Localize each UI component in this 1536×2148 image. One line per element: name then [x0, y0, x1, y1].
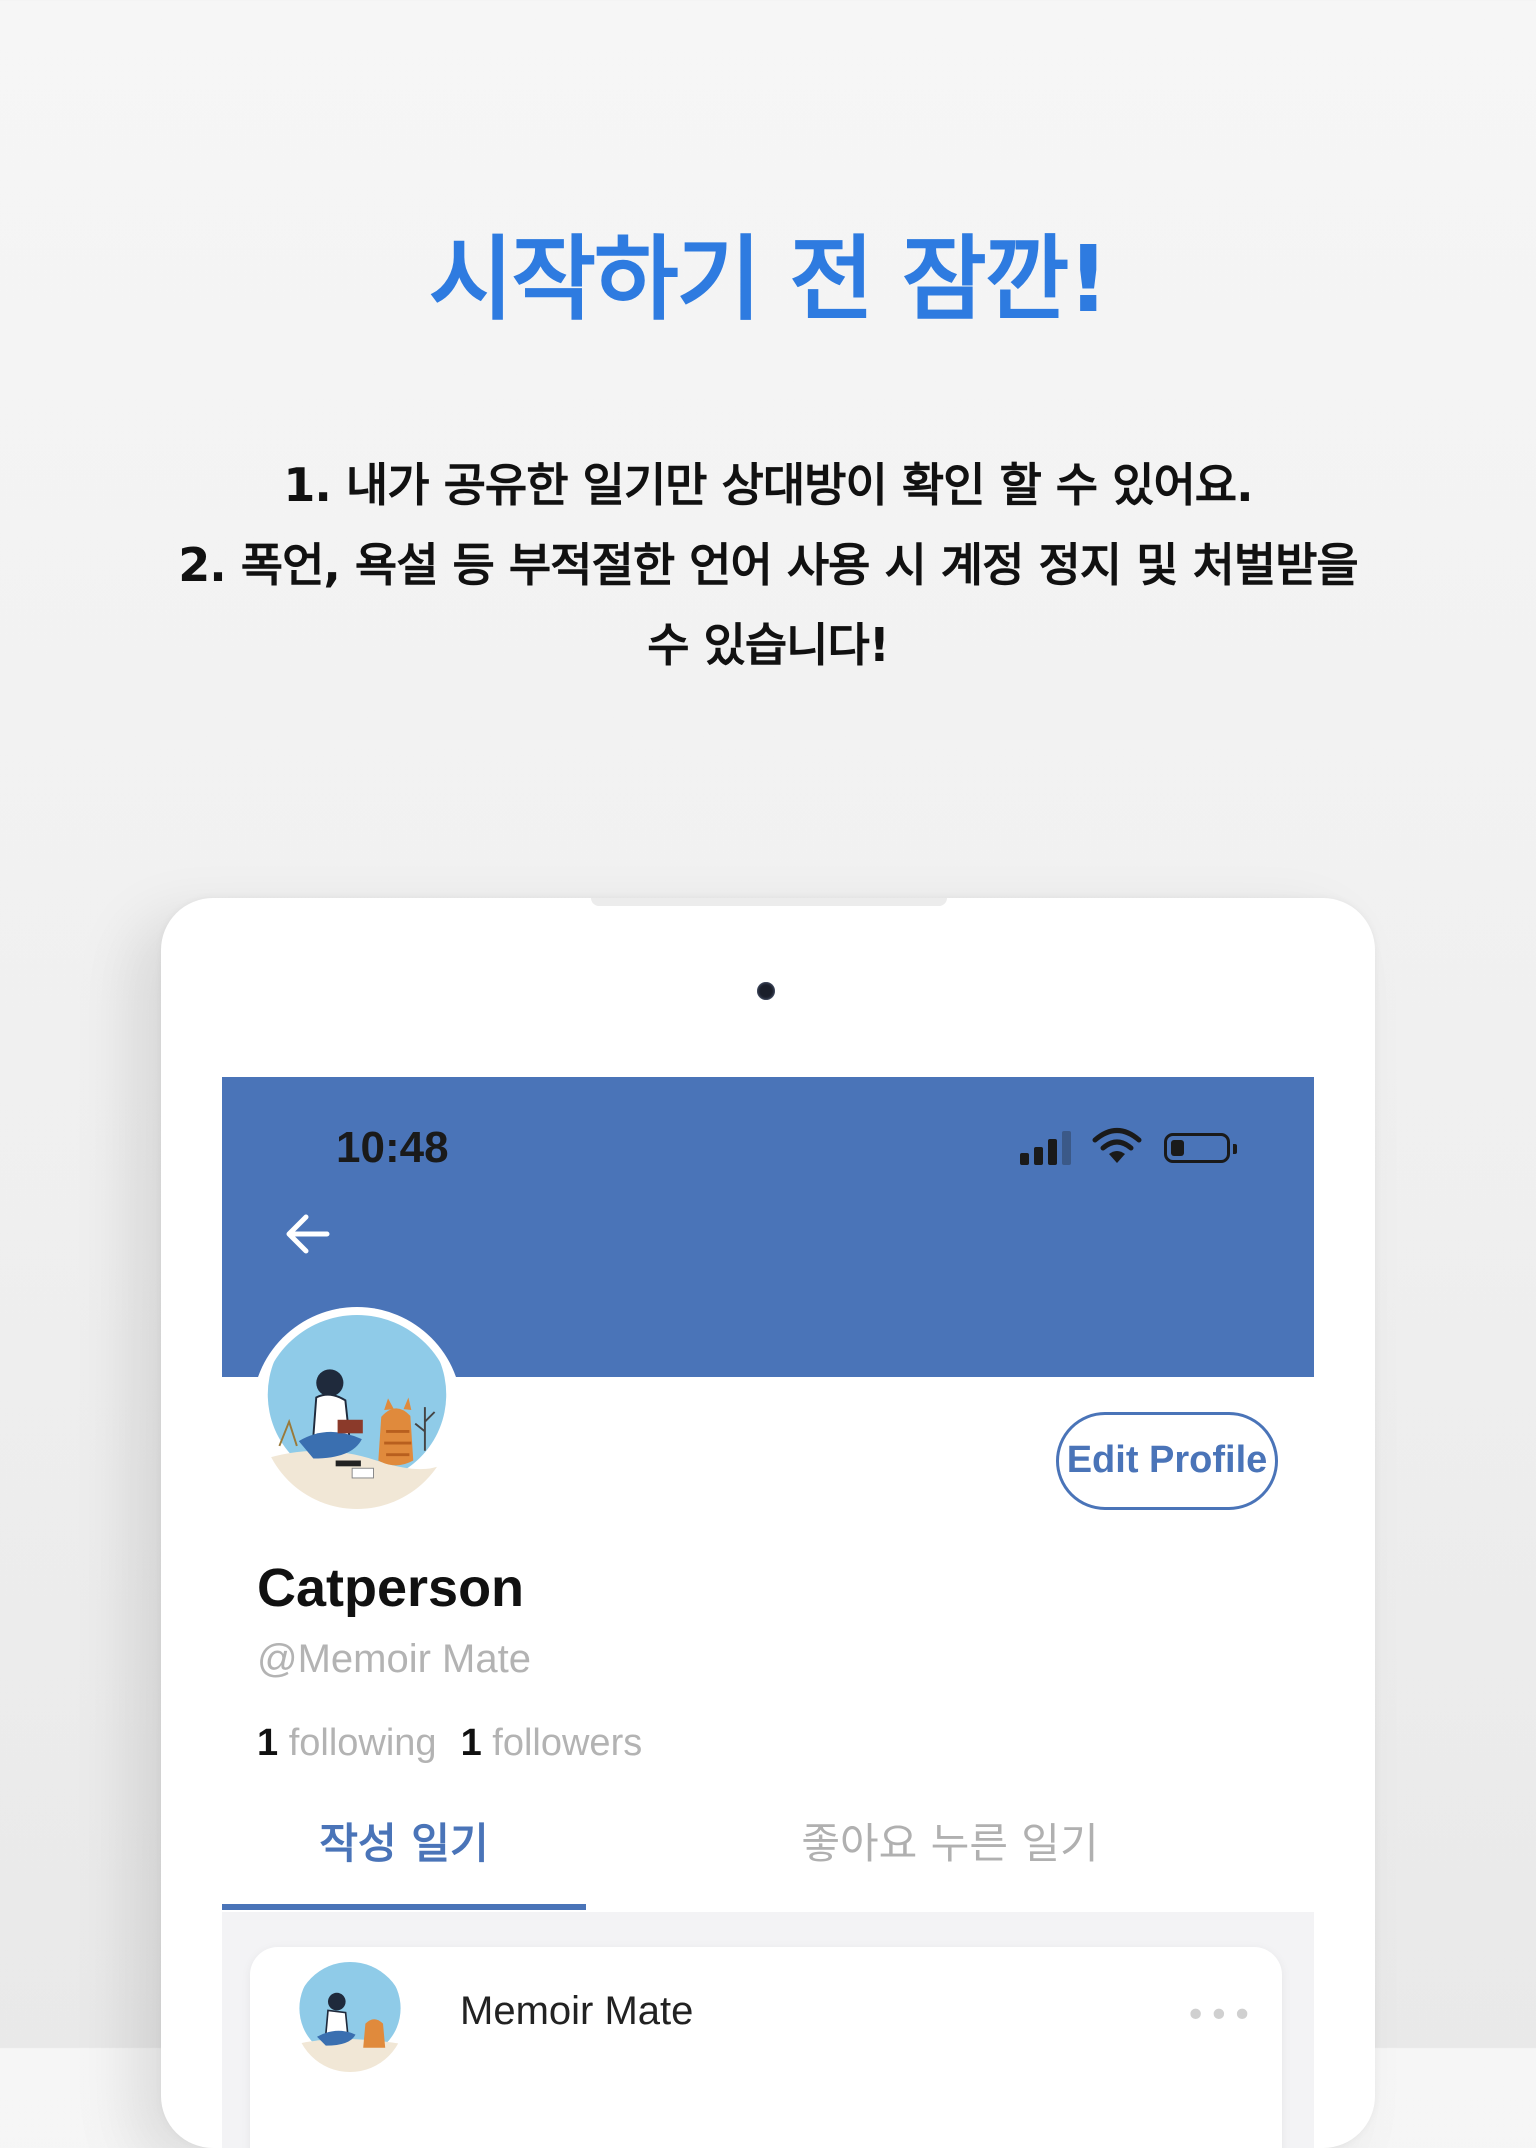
back-arrow-icon[interactable]: [282, 1209, 332, 1259]
followers-label: followers: [492, 1722, 643, 1764]
edit-profile-button[interactable]: Edit Profile: [1056, 1412, 1278, 1510]
notice-line-2: 2. 폭언, 욕설 등 부적절한 언어 사용 시 계정 정지 및 처벌받을: [178, 538, 1358, 592]
following-count: 1: [257, 1722, 279, 1764]
status-time: 10:48: [336, 1123, 449, 1172]
page-headline: 시작하기 전 잠깐!: [428, 226, 1110, 333]
profile-name: Catperson: [257, 1558, 525, 1618]
follow-stats: 1 following 1 followers: [257, 1722, 642, 1765]
cellular-signal-icon: [1020, 1131, 1076, 1165]
tablet-top-edge: [591, 898, 947, 906]
more-icon[interactable]: •••: [1185, 1995, 1255, 2036]
notice-text: 1. 내가 공유한 일기만 상대방이 확인 할 수 있어요. 2. 폭언, 욕설…: [0, 445, 1536, 685]
front-camera: [757, 982, 775, 1000]
profile-avatar[interactable]: [252, 1307, 462, 1517]
app-screen: 10:48 Edit Profile Catperson @Memoir Mat…: [222, 1077, 1314, 2148]
notice-line-3: 수 있습니다!: [647, 618, 890, 672]
card-author-name: Memoir Mate: [460, 1989, 694, 2033]
following-label: following: [288, 1722, 437, 1764]
active-tab-indicator: [222, 1904, 586, 1910]
battery-icon: [1164, 1133, 1237, 1163]
profile-handle: @Memoir Mate: [257, 1637, 531, 1681]
tablet-frame: 10:48 Edit Profile Catperson @Memoir Mat…: [161, 898, 1375, 2148]
card-author-avatar[interactable]: [295, 1962, 405, 2072]
wifi-icon: [1092, 1128, 1142, 1163]
notice-line-1: 1. 내가 공유한 일기만 상대방이 확인 할 수 있어요.: [283, 458, 1253, 512]
following-link[interactable]: 1 following: [257, 1722, 437, 1764]
tab-liked-diaries[interactable]: 좋아요 누른 일기: [586, 1810, 1314, 1871]
tab-written-diaries[interactable]: 작성 일기: [222, 1810, 586, 1871]
followers-link[interactable]: 1 followers: [461, 1722, 643, 1764]
followers-count: 1: [460, 1722, 482, 1764]
